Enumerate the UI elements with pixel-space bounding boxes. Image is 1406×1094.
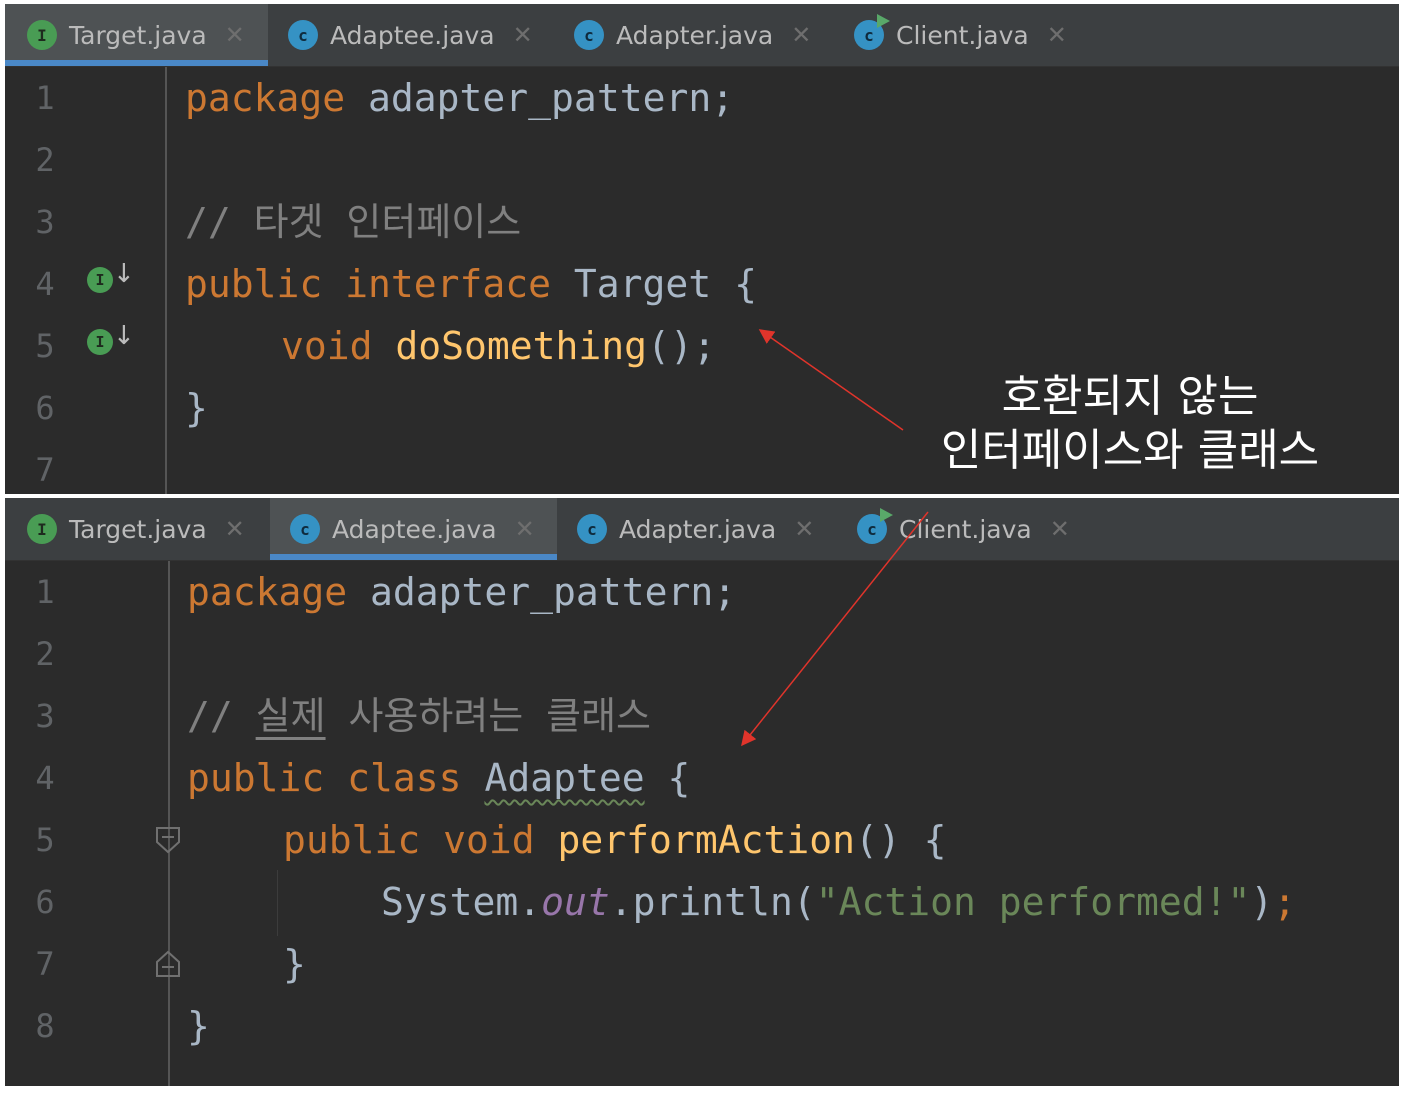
arrow-to-target bbox=[758, 329, 904, 431]
annotation-line-1: 호환되지 않는 bbox=[1001, 371, 1259, 422]
annotation-label: 호환되지 않는 인터페이스와 클래스 bbox=[905, 370, 1355, 478]
annotation-line-2: 인터페이스와 클래스 bbox=[940, 425, 1320, 476]
annotation-arrows bbox=[741, 329, 929, 747]
arrow-to-adaptee bbox=[741, 511, 929, 747]
